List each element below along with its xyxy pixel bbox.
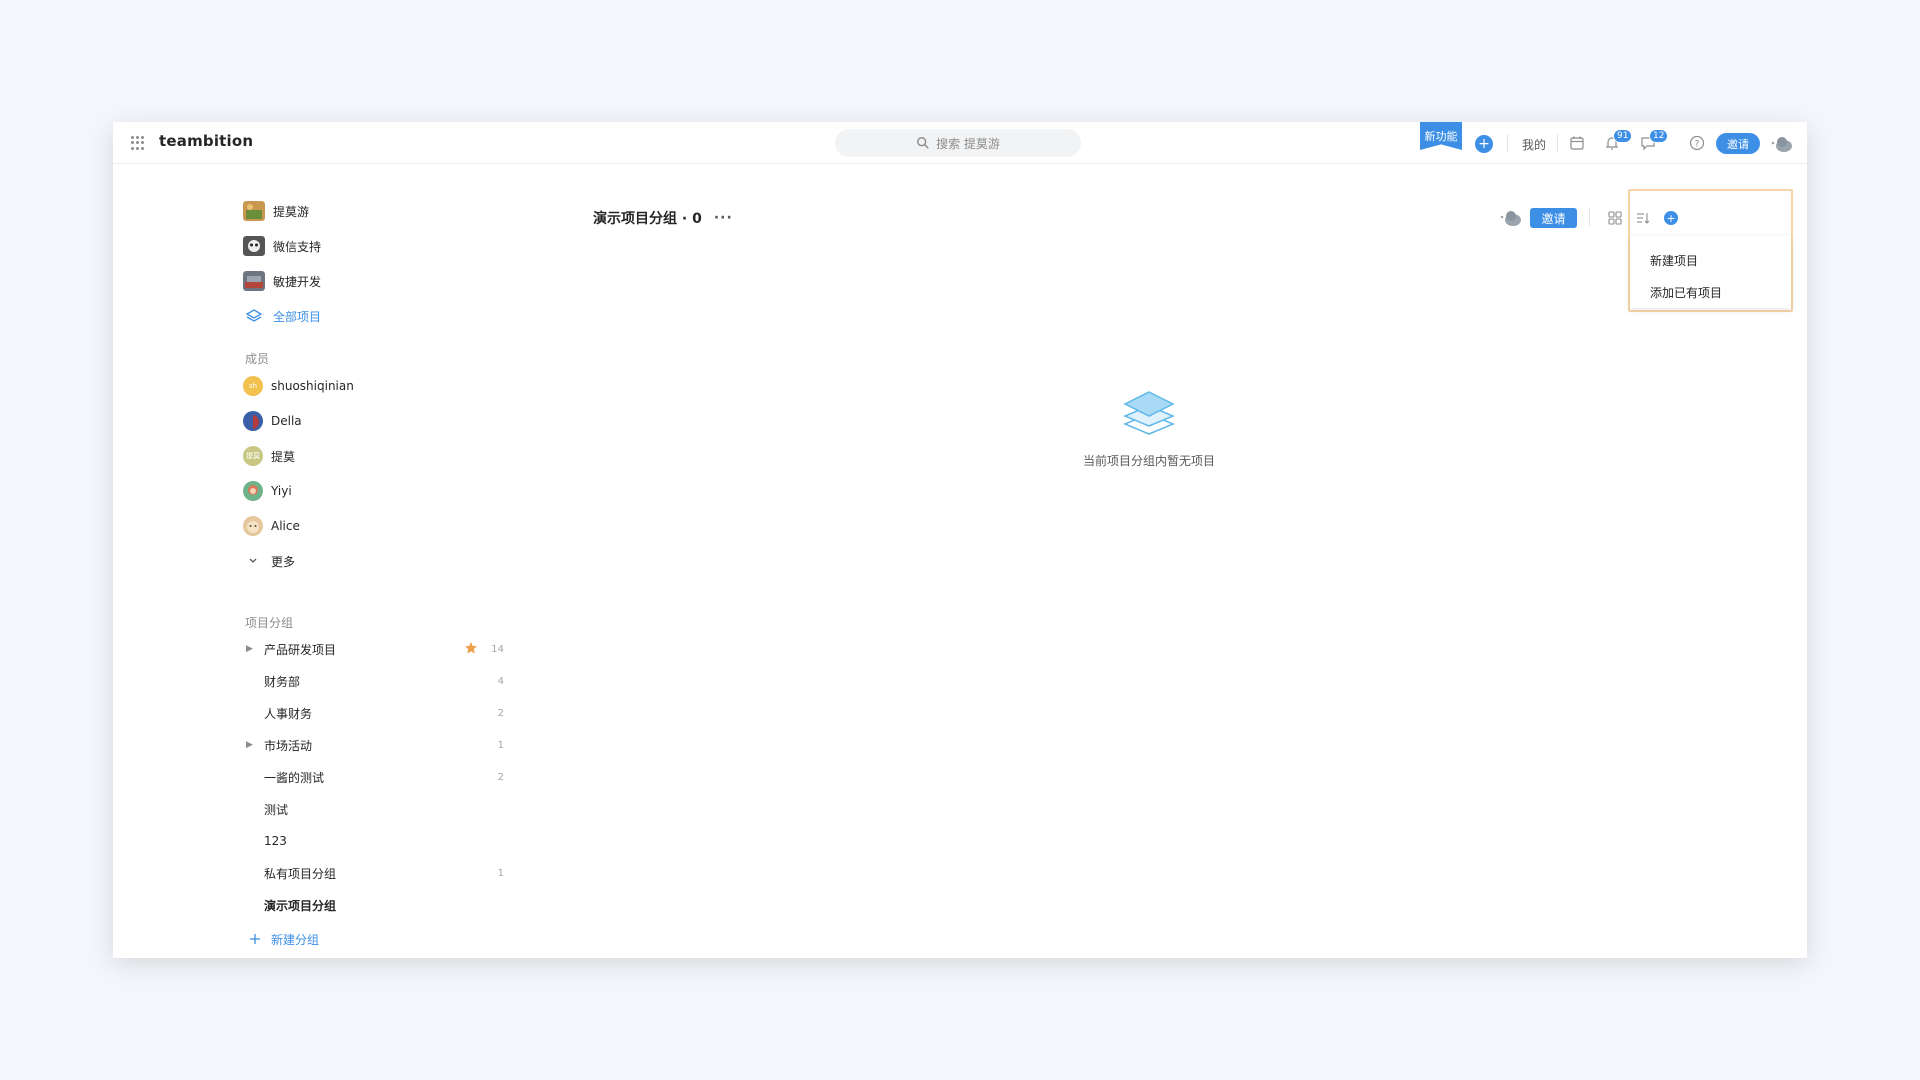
- new-feature-badge[interactable]: 新功能: [1420, 122, 1462, 150]
- group-item[interactable]: ▶ 市场活动 1: [246, 733, 504, 757]
- avatar: [243, 411, 263, 431]
- member-avatar[interactable]: [1499, 208, 1523, 228]
- app-window: teambition 搜索 提莫游 新功能 + 我的 ? 91 12 邀请 提莫…: [113, 122, 1807, 958]
- svg-text:?: ?: [1695, 140, 1700, 150]
- group-item[interactable]: 一酱的测试 2: [246, 765, 504, 789]
- empty-state: 当前项目分组内暂无项目: [1049, 380, 1249, 469]
- search-placeholder: 搜索 提莫游: [936, 136, 1000, 151]
- divider: [1507, 134, 1508, 152]
- caret-right-icon[interactable]: ▶: [246, 644, 264, 654]
- groups-section-title: 项目分组: [245, 616, 294, 630]
- user-avatar[interactable]: [1770, 134, 1794, 154]
- add-project-icon[interactable]: +: [1664, 211, 1678, 225]
- project-thumbnail: [243, 271, 265, 291]
- message-count-badge: 12: [1649, 129, 1669, 143]
- project-thumbnail: [243, 236, 265, 256]
- caret-right-icon[interactable]: ▶: [246, 740, 264, 750]
- layers-icon: [1123, 391, 1175, 435]
- page-title: 演示项目分组 · 0 ···: [593, 210, 733, 227]
- message-icon[interactable]: 12: [1640, 129, 1669, 153]
- app-grid-icon[interactable]: [131, 136, 145, 150]
- member-item[interactable]: Della: [243, 409, 302, 433]
- avatar: sh: [243, 376, 263, 396]
- members-section-title: 成员: [245, 352, 270, 366]
- plus-icon[interactable]: +: [1475, 135, 1493, 153]
- sidebar-project-item[interactable]: 微信支持: [243, 234, 321, 258]
- member-item[interactable]: 提莫 提莫: [243, 444, 295, 468]
- group-item-active[interactable]: 演示项目分组: [246, 893, 504, 917]
- avatar: 提莫: [243, 446, 263, 466]
- group-item[interactable]: 123: [246, 829, 504, 853]
- grid-view-icon[interactable]: [1607, 210, 1623, 226]
- calendar-icon[interactable]: [1569, 135, 1587, 153]
- sidebar-project-item[interactable]: 提莫游: [243, 199, 309, 223]
- invite-button[interactable]: 邀请: [1530, 208, 1577, 228]
- group-item[interactable]: ▶ 产品研发项目 14: [246, 637, 504, 661]
- invite-button[interactable]: 邀请: [1716, 133, 1760, 154]
- mine-link[interactable]: 我的: [1522, 136, 1546, 153]
- new-group-button[interactable]: 新建分组: [249, 927, 319, 951]
- divider: [1589, 208, 1590, 226]
- layers-icon: [245, 309, 263, 322]
- group-item[interactable]: 人事财务 2: [246, 701, 504, 725]
- sidebar: 提莫游 微信支持 敏捷开发 全部项目 成员 sh shuoshiqinian D…: [113, 164, 533, 958]
- search-icon: [917, 137, 929, 149]
- empty-state-text: 当前项目分组内暂无项目: [1082, 454, 1215, 468]
- more-members-toggle[interactable]: 更多: [243, 549, 295, 573]
- all-projects-link[interactable]: 全部项目: [243, 304, 321, 328]
- menu-item-new-project[interactable]: 新建项目: [1630, 244, 1791, 276]
- top-bar: teambition 搜索 提莫游 新功能 + 我的 ? 91 12 邀请: [113, 122, 1807, 164]
- add-project-menu: 新建项目 添加已有项目: [1630, 236, 1791, 308]
- star-icon[interactable]: [464, 641, 478, 655]
- bell-icon[interactable]: 91: [1604, 129, 1633, 153]
- group-item[interactable]: 私有项目分组 1: [246, 861, 504, 885]
- notification-count-badge: 91: [1613, 129, 1633, 143]
- avatar: [243, 481, 263, 501]
- search-input[interactable]: 搜索 提莫游: [835, 129, 1081, 157]
- group-item[interactable]: 财务部 4: [246, 669, 504, 693]
- sidebar-project-item[interactable]: 敏捷开发: [243, 269, 321, 293]
- chevron-down-icon: [249, 558, 257, 563]
- member-item[interactable]: Yiyi: [243, 479, 292, 503]
- menu-item-add-existing-project[interactable]: 添加已有项目: [1630, 276, 1791, 308]
- group-item[interactable]: 测试: [246, 797, 504, 821]
- avatar: [243, 516, 263, 536]
- brand-logo[interactable]: teambition: [159, 132, 253, 150]
- help-icon[interactable]: ?: [1689, 135, 1707, 153]
- member-item[interactable]: sh shuoshiqinian: [243, 374, 354, 398]
- more-options-icon[interactable]: ···: [714, 210, 733, 226]
- member-item[interactable]: Alice: [243, 514, 300, 538]
- divider: [1557, 134, 1558, 152]
- plus-icon: [250, 934, 260, 944]
- project-thumbnail: [243, 201, 265, 221]
